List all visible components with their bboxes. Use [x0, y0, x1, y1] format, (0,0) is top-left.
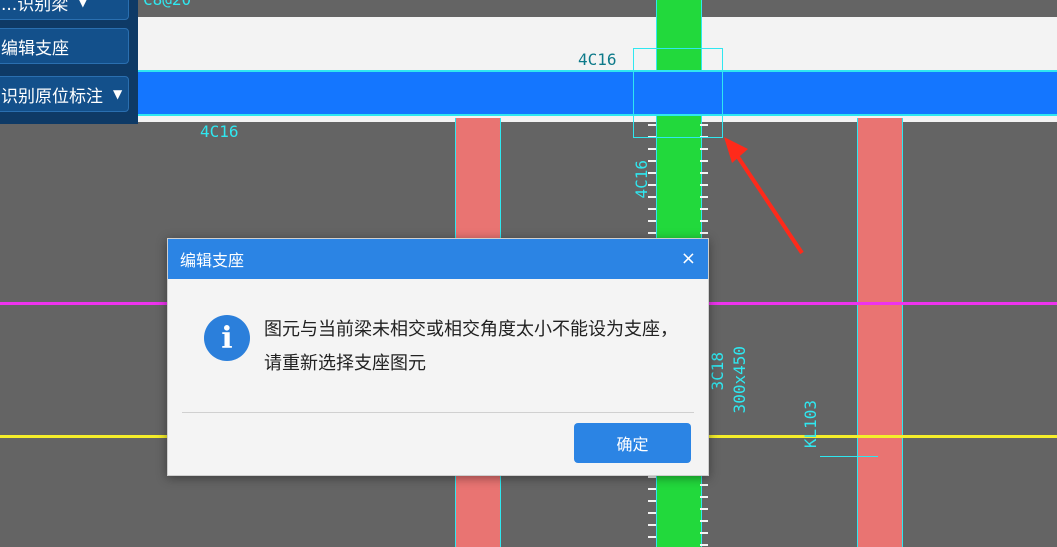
- ok-button[interactable]: 确定: [574, 423, 691, 463]
- dialog-divider: [182, 412, 694, 413]
- identify-annotation-button[interactable]: 识别原位标注 ▼: [0, 76, 129, 112]
- dialog-title: 编辑支座: [180, 251, 245, 270]
- identify-annotation-label: 识别原位标注: [1, 86, 103, 107]
- identify-beam-button[interactable]: ...识别梁 ▼: [0, 0, 129, 20]
- beam-outline-top: [0, 17, 1057, 70]
- selection-box: [633, 48, 723, 138]
- vertical-label-b: 300x450: [730, 346, 749, 414]
- edit-support-button[interactable]: 编辑支座: [0, 28, 129, 64]
- vertical-label-column: 4C16: [632, 160, 651, 199]
- rebar-label-left: 4C16: [200, 122, 239, 141]
- rebar-label-top: 4C16: [578, 50, 617, 69]
- toolbar-panel: ...识别梁 ▼ 编辑支座 识别原位标注 ▼: [0, 0, 138, 124]
- dialog-title-bar[interactable]: 编辑支座: [168, 239, 708, 279]
- dialog-message: 图元与当前梁未相交或相交角度太小不能设为支座，请重新选择支座图元: [264, 319, 678, 374]
- chevron-down-icon[interactable]: ▼: [113, 87, 122, 101]
- vertical-label-a: 3C18: [708, 352, 727, 391]
- column-right[interactable]: [857, 118, 903, 547]
- dimension-ticks-left-bottom: [648, 476, 656, 547]
- edit-support-label: 编辑支座: [1, 38, 69, 59]
- vertical-label-c: KL103: [801, 400, 820, 449]
- edit-support-dialog: 编辑支座 × i 图元与当前梁未相交或相交角度太小不能设为支座，请重新选择支座图…: [167, 238, 709, 476]
- red-arrow-annotation: [724, 137, 804, 255]
- chevron-down-icon[interactable]: ▼: [78, 0, 87, 9]
- canvas-label-top: C8@20: [143, 0, 191, 8]
- info-icon: i: [204, 315, 250, 361]
- selected-beam[interactable]: [0, 70, 1057, 116]
- identify-beam-label: ...识别梁: [1, 0, 69, 15]
- close-icon[interactable]: ×: [681, 248, 696, 269]
- leader-line: [820, 456, 878, 457]
